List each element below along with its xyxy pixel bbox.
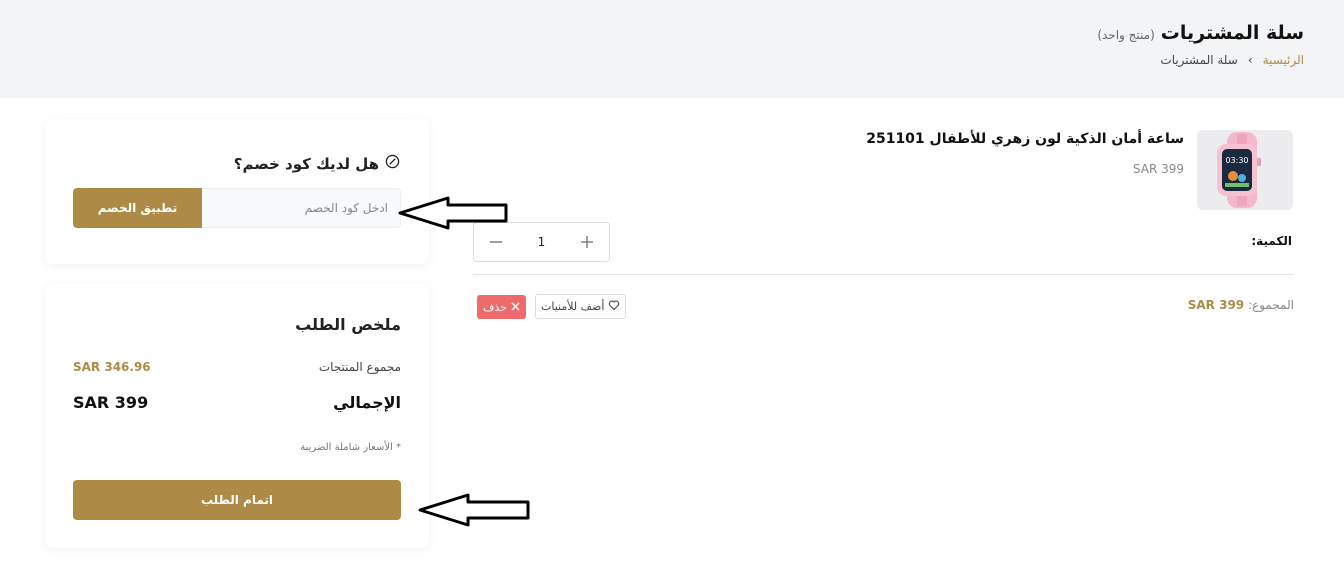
wishlist-label: أضف للأمنيات: [541, 300, 605, 313]
page-header: سلة المشتريات (منتج واحد) الرئيسية › سلة…: [0, 0, 1344, 98]
apply-coupon-button[interactable]: تطبيق الخصم: [73, 188, 202, 228]
arrow-annotation-coupon: [398, 196, 508, 230]
item-total-label: المجموع:: [1247, 298, 1294, 312]
coupon-card: هل لديك كود خصم؟ تطبيق الخصم: [45, 119, 429, 264]
breadcrumb-home-link[interactable]: الرئيسية: [1263, 53, 1304, 67]
quantity-label: الكمية:: [1251, 234, 1292, 248]
coupon-form: تطبيق الخصم: [73, 188, 401, 228]
cart-count: (منتج واحد): [1097, 28, 1155, 42]
breadcrumb-separator: ›: [1247, 53, 1253, 67]
summary-title: ملخص الطلب: [295, 315, 401, 334]
breadcrumb: الرئيسية › سلة المشتريات: [1160, 53, 1304, 67]
page-title: سلة المشتريات (منتج واحد): [1097, 22, 1304, 44]
coupon-title-text: هل لديك كود خصم؟: [233, 154, 379, 173]
item-divider: [473, 274, 1294, 275]
tax-note: * الأسعار شاملة الضريبة: [300, 442, 401, 453]
grand-total-label: الإجمالي: [333, 393, 401, 412]
watch-time: 03:30: [1225, 156, 1248, 165]
products-subtotal-value: SAR 346.96: [73, 360, 151, 374]
plus-icon[interactable]: [577, 232, 597, 252]
close-icon: [511, 301, 520, 314]
item-total-value: SAR 399: [1187, 298, 1245, 312]
order-summary-card: ملخص الطلب SAR 346.96 مجموع المنتجات SAR…: [45, 284, 429, 548]
coupon-code-input[interactable]: [202, 188, 401, 228]
coupon-title: هل لديك كود خصم؟: [234, 154, 400, 173]
page-title-text: سلة المشتريات: [1160, 22, 1304, 44]
quantity-value[interactable]: 1: [538, 235, 546, 249]
grand-total-value: SAR 399: [73, 393, 149, 412]
item-total: المجموع: SAR 399: [1188, 298, 1294, 312]
checkout-button[interactable]: اتمام الطلب: [73, 480, 401, 520]
products-subtotal-label: مجموع المنتجات: [318, 360, 401, 374]
arrow-annotation-checkout: [418, 493, 530, 527]
delete-item-button[interactable]: حذف: [477, 295, 526, 319]
add-to-wishlist-button[interactable]: أضف للأمنيات: [535, 294, 627, 319]
discount-icon: [385, 154, 400, 173]
breadcrumb-current: سلة المشتريات: [1160, 53, 1238, 67]
product-thumbnail[interactable]: 03:30: [1197, 130, 1293, 210]
product-name[interactable]: ساعة أمان الذكية لون زهري للأطفال 251101: [866, 131, 1184, 147]
delete-label: حذف: [483, 300, 507, 314]
grand-total-row: SAR 399 الإجمالي: [73, 393, 401, 412]
minus-icon[interactable]: [486, 232, 506, 252]
product-price: SAR 399: [1132, 162, 1184, 176]
heart-icon: [608, 299, 620, 314]
products-subtotal-row: SAR 346.96 مجموع المنتجات: [73, 360, 401, 374]
